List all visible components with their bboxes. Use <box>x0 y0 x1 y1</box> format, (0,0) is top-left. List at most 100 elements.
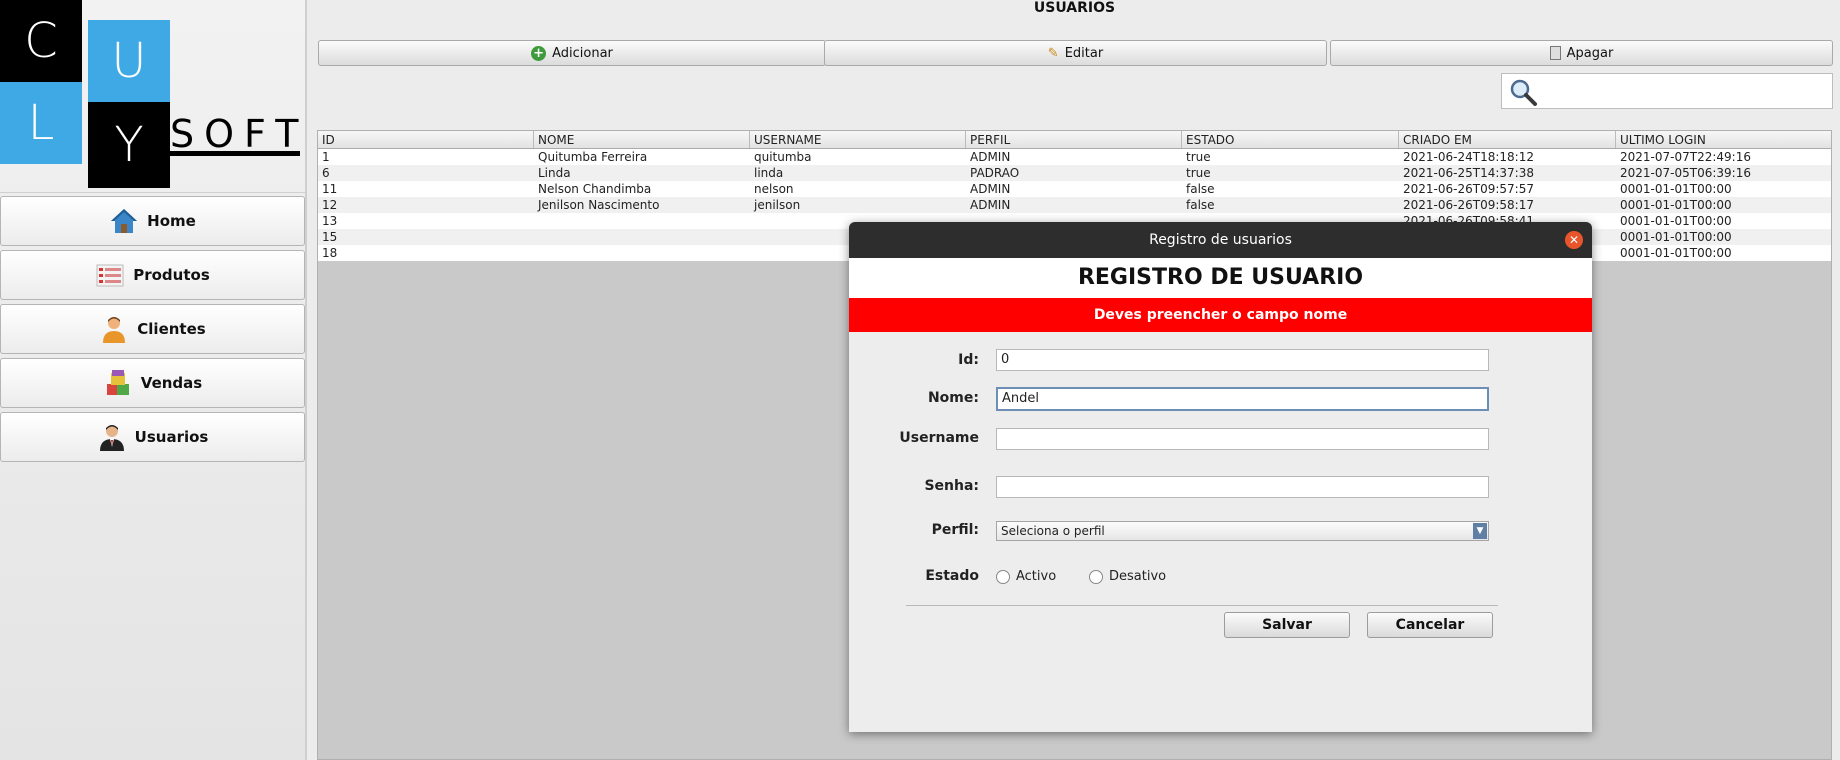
logo-underline <box>170 151 300 156</box>
chevron-down-icon[interactable]: ▼ <box>1473 523 1487 539</box>
table-cell: 0001-01-01T00:00 <box>1620 246 1732 260</box>
table-row[interactable]: 11 Nelson Chandimba nelson ADMIN false 2021-0… <box>318 181 1831 197</box>
table-cell: Nelson Chandimba <box>538 182 652 196</box>
column-header-username[interactable]: USERNAME <box>750 131 966 148</box>
trash-icon <box>1549 46 1561 60</box>
table-cell: PADRAO <box>970 166 1020 180</box>
sidebar-item-label: Produtos <box>133 266 210 284</box>
id-field[interactable]: 0 <box>996 349 1489 371</box>
client-person-icon <box>99 314 129 344</box>
column-header-id[interactable]: ID <box>318 131 534 148</box>
table-cell: false <box>1186 198 1215 212</box>
nome-field[interactable]: Andel <box>996 387 1489 411</box>
table-cell: 1 <box>322 150 330 164</box>
username-field[interactable] <box>996 428 1489 450</box>
dialog-titlebar: Registro de usuarios ✕ <box>849 222 1592 258</box>
table-cell: ADMIN <box>970 198 1011 212</box>
save-button[interactable]: Salvar <box>1224 612 1350 638</box>
divider <box>906 605 1498 606</box>
radio-circle <box>1089 569 1103 584</box>
table-cell: 15 <box>322 230 338 244</box>
perfil-label: Perfil: <box>931 522 979 538</box>
table-cell: 2021-07-05T06:39:16 <box>1620 166 1751 180</box>
estado-desativo-radio[interactable]: Desativo <box>1089 569 1166 584</box>
id-label: Id: <box>958 352 979 368</box>
radio-circle <box>996 569 1010 584</box>
validation-alert: Deves preencher o campo nome <box>849 298 1592 332</box>
sidebar-item-vendas[interactable]: Vendas <box>0 358 305 408</box>
table-cell: 2021-06-25T14:37:38 <box>1403 166 1534 180</box>
delete-button[interactable]: Apagar <box>1330 40 1833 66</box>
table-cell: 2021-07-07T22:49:16 <box>1620 150 1751 164</box>
perfil-select[interactable]: Seleciona o perfil ▼ <box>996 521 1489 541</box>
product-list-icon <box>95 260 125 290</box>
sidebar-item-clientes[interactable]: Clientes <box>0 304 305 354</box>
sidebar-item-label: Clientes <box>137 320 206 338</box>
table-cell: 12 <box>322 198 338 212</box>
table-cell: nelson <box>754 182 794 196</box>
logo-soft-text: SOFT <box>170 112 309 156</box>
table-cell: 13 <box>322 214 338 228</box>
logo-letter-l: L <box>0 82 82 164</box>
table-cell: true <box>1186 150 1211 164</box>
table-row[interactable]: 12 Jenilson Nascimento jenilson ADMIN false 2… <box>318 197 1831 213</box>
dialog-window-title: Registro de usuarios <box>1149 232 1292 248</box>
sidebar-item-label: Usuarios <box>134 428 209 446</box>
estado-desativo-label: Desativo <box>1109 569 1167 584</box>
perfil-selected-value: Seleciona o perfil <box>1001 524 1105 538</box>
table-cell: 0001-01-01T00:00 <box>1620 230 1732 244</box>
divider <box>0 192 305 193</box>
table-cell: 2021-06-26T09:58:17 <box>1403 198 1534 212</box>
table-row[interactable]: 1 Quitumba Ferreira quitumba ADMIN true 2021-… <box>318 149 1831 165</box>
senha-label: Senha: <box>924 478 979 494</box>
senha-field[interactable] <box>996 476 1489 498</box>
dialog-heading: REGISTRO DE USUARIO <box>849 258 1592 298</box>
table-cell <box>534 229 750 245</box>
column-header-nome[interactable]: NOME <box>534 131 750 148</box>
sidebar-nav: Home Produtos Clientes Vendas Usuarios <box>0 196 305 466</box>
table-row[interactable]: 6 Linda linda PADRAO true 2021-06-25T14:37:38… <box>318 165 1831 181</box>
cancel-button[interactable]: Cancelar <box>1367 612 1493 638</box>
user-business-icon <box>97 422 127 452</box>
table-cell <box>534 245 750 261</box>
search-input[interactable] <box>1501 73 1833 109</box>
column-header-estado[interactable]: ESTADO <box>1182 131 1399 148</box>
sidebar-item-home[interactable]: Home <box>0 196 305 246</box>
register-user-dialog: Registro de usuarios ✕ REGISTRO DE USUAR… <box>849 222 1592 732</box>
table-cell: true <box>1186 166 1211 180</box>
table-cell <box>534 213 750 229</box>
sales-boxes-icon <box>103 368 133 398</box>
table-cell: linda <box>754 166 784 180</box>
table-cell: 18 <box>322 246 338 260</box>
table-cell: Linda <box>538 166 571 180</box>
sidebar-item-label: Vendas <box>140 374 203 392</box>
table-cell: 2021-06-24T18:18:12 <box>1403 150 1534 164</box>
table-cell: 0001-01-01T00:00 <box>1620 198 1732 212</box>
app-window: C U L Y SOFT Home Produtos Clientes Vend… <box>0 0 1840 760</box>
dialog-form: Id: 0 Nome: Andel Username Senha: Perfil… <box>849 332 1592 732</box>
table-cell: ADMIN <box>970 150 1011 164</box>
estado-label: Estado <box>925 568 979 584</box>
table-cell: quitumba <box>754 150 812 164</box>
edit-button-label: Editar <box>1064 45 1104 61</box>
sidebar: C U L Y SOFT Home Produtos Clientes Vend… <box>0 0 307 760</box>
table-header: ID NOME USERNAME PERFIL ESTADO CRIADO EM… <box>318 131 1831 149</box>
add-icon: + <box>531 45 547 61</box>
estado-activo-radio[interactable]: Activo <box>996 569 1056 584</box>
estado-activo-label: Activo <box>1016 569 1057 584</box>
edit-button[interactable]: ✎ Editar <box>824 40 1327 66</box>
table-cell: Jenilson Nascimento <box>538 198 660 212</box>
sidebar-item-usuarios[interactable]: Usuarios <box>0 412 305 462</box>
column-header-perfil[interactable]: PERFIL <box>966 131 1182 148</box>
home-icon <box>109 206 139 236</box>
close-icon[interactable]: ✕ <box>1565 231 1583 249</box>
table-cell: 2021-06-26T09:57:57 <box>1403 182 1534 196</box>
logo-letter-y: Y <box>88 102 170 188</box>
table-cell: 0001-01-01T00:00 <box>1620 182 1732 196</box>
username-label: Username <box>899 430 979 446</box>
sidebar-item-produtos[interactable]: Produtos <box>0 250 305 300</box>
column-header-criado-em[interactable]: CRIADO EM <box>1399 131 1616 148</box>
add-button[interactable]: + Adicionar <box>318 40 826 66</box>
column-header-ultimo-login[interactable]: ULTIMO LOGIN <box>1616 131 1831 148</box>
table-cell: 11 <box>322 182 338 196</box>
